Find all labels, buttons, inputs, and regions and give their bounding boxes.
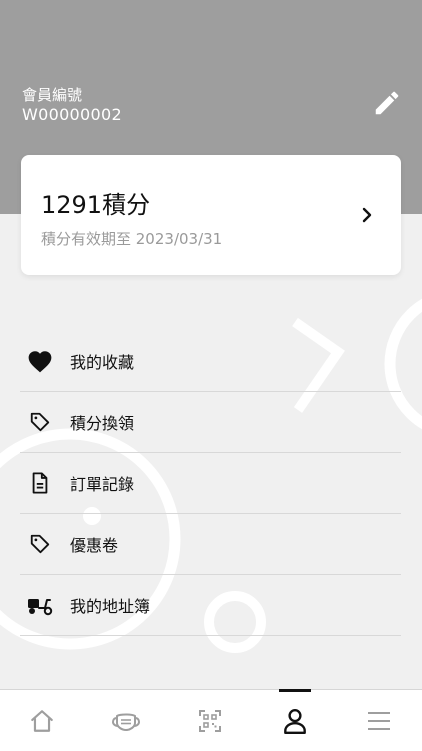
heart-icon <box>26 347 54 375</box>
menu-item-label: 優惠卷 <box>70 536 119 555</box>
menu-item-label: 我的地址簿 <box>70 597 151 616</box>
user-icon <box>284 708 306 734</box>
account-menu: 我的收藏 積分換領 訂單記錄 優惠卷 我的地址簿 <box>20 331 401 636</box>
menu-item-orders[interactable]: 訂單記錄 <box>20 453 401 514</box>
points-expiry: 積分有效期至 2023/03/31 <box>41 230 223 248</box>
member-number-value: W00000002 <box>22 105 122 124</box>
menu-item-address-book[interactable]: 我的地址簿 <box>20 575 401 636</box>
home-icon <box>31 709 53 732</box>
menu-item-coupons[interactable]: 優惠卷 <box>20 514 401 575</box>
tag-icon <box>26 408 54 436</box>
mask-icon <box>111 713 141 731</box>
member-number-label: 會員編號 <box>22 86 83 104</box>
document-icon <box>26 469 54 497</box>
menu-item-label: 我的收藏 <box>70 353 135 372</box>
tab-account[interactable] <box>253 690 337 751</box>
qr-code-icon <box>199 709 221 732</box>
menu-item-label: 積分換領 <box>70 414 135 433</box>
menu-icon <box>368 711 390 730</box>
points-card[interactable]: 1291積分 積分有效期至 2023/03/31 <box>21 155 401 275</box>
tab-mask[interactable] <box>84 690 168 751</box>
points-balance: 1291積分 <box>41 191 151 219</box>
menu-item-favorites[interactable]: 我的收藏 <box>20 331 401 392</box>
points-card-arrow[interactable] <box>357 205 377 225</box>
tag-icon <box>26 530 54 558</box>
bottom-tab-bar <box>0 689 422 751</box>
tab-menu[interactable] <box>337 690 421 751</box>
menu-item-label: 訂單記錄 <box>70 475 135 494</box>
scooter-icon <box>26 591 54 619</box>
pencil-icon <box>375 91 399 115</box>
chevron-right-icon <box>362 207 372 223</box>
menu-item-points-redeem[interactable]: 積分換領 <box>20 392 401 453</box>
tab-qr-code[interactable] <box>168 690 252 751</box>
edit-profile-button[interactable] <box>372 88 402 118</box>
tab-home[interactable] <box>0 690 84 751</box>
